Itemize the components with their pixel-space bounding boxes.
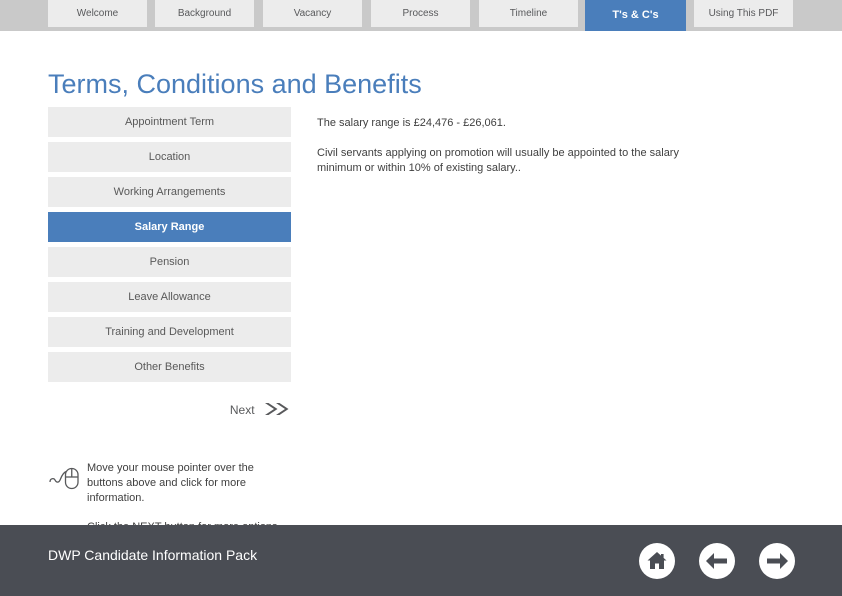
tab-vacancy[interactable]: Vacancy	[263, 0, 362, 27]
body-paragraph: The salary range is £24,476 - £26,061.	[317, 117, 506, 129]
body-paragraph: Civil servants applying on promotion wil…	[317, 147, 679, 174]
tab-timeline[interactable]: Timeline	[479, 0, 578, 27]
double-chevron-right-icon	[265, 402, 291, 420]
back-button[interactable]	[699, 543, 735, 579]
menu-button-leave-allowance[interactable]: Leave Allowance	[48, 282, 291, 312]
forward-button[interactable]	[759, 543, 795, 579]
arrow-left-icon	[706, 553, 727, 569]
footer-bar: DWP Candidate Information Pack	[0, 525, 842, 596]
section-body-text: The salary range is £24,476 - £26,061. Ci…	[317, 116, 717, 191]
menu-button-working-arrangements[interactable]: Working Arrangements	[48, 177, 291, 207]
next-control[interactable]: Next	[48, 401, 291, 419]
tab-bar: Welcome Background Vacancy Process Timeline T…	[0, 0, 842, 31]
page-title: Terms, Conditions and Benefits	[48, 69, 422, 99]
menu-button-pension[interactable]: Pension	[48, 247, 291, 277]
section-menu-list: Appointment Term Location Working Arrangem…	[48, 107, 291, 387]
next-label: Next	[229, 403, 255, 417]
hint-paragraph: Move your mouse pointer over the buttons…	[87, 462, 254, 504]
tab-welcome[interactable]: Welcome	[48, 0, 147, 27]
tab-process[interactable]: Process	[371, 0, 470, 27]
tab-background[interactable]: Background	[155, 0, 254, 27]
menu-button-appointment-term[interactable]: Appointment Term	[48, 107, 291, 137]
computer-mouse-icon	[48, 461, 80, 500]
tab-t-s-c-s[interactable]: T's & C's	[585, 0, 686, 31]
slide-content-area: Terms, Conditions and Benefits Appointme…	[0, 31, 842, 533]
tab-using-this-pdf[interactable]: Using This PDF	[694, 0, 793, 27]
footer-title: DWP Candidate Information Pack	[48, 547, 258, 563]
home-button[interactable]	[639, 543, 675, 579]
home-icon	[647, 552, 667, 569]
menu-button-other-benefits[interactable]: Other Benefits	[48, 352, 291, 382]
menu-button-training-and-development[interactable]: Training and Development	[48, 317, 291, 347]
menu-button-salary-range[interactable]: Salary Range	[48, 212, 291, 242]
menu-button-location[interactable]: Location	[48, 142, 291, 172]
arrow-right-icon	[767, 553, 788, 569]
